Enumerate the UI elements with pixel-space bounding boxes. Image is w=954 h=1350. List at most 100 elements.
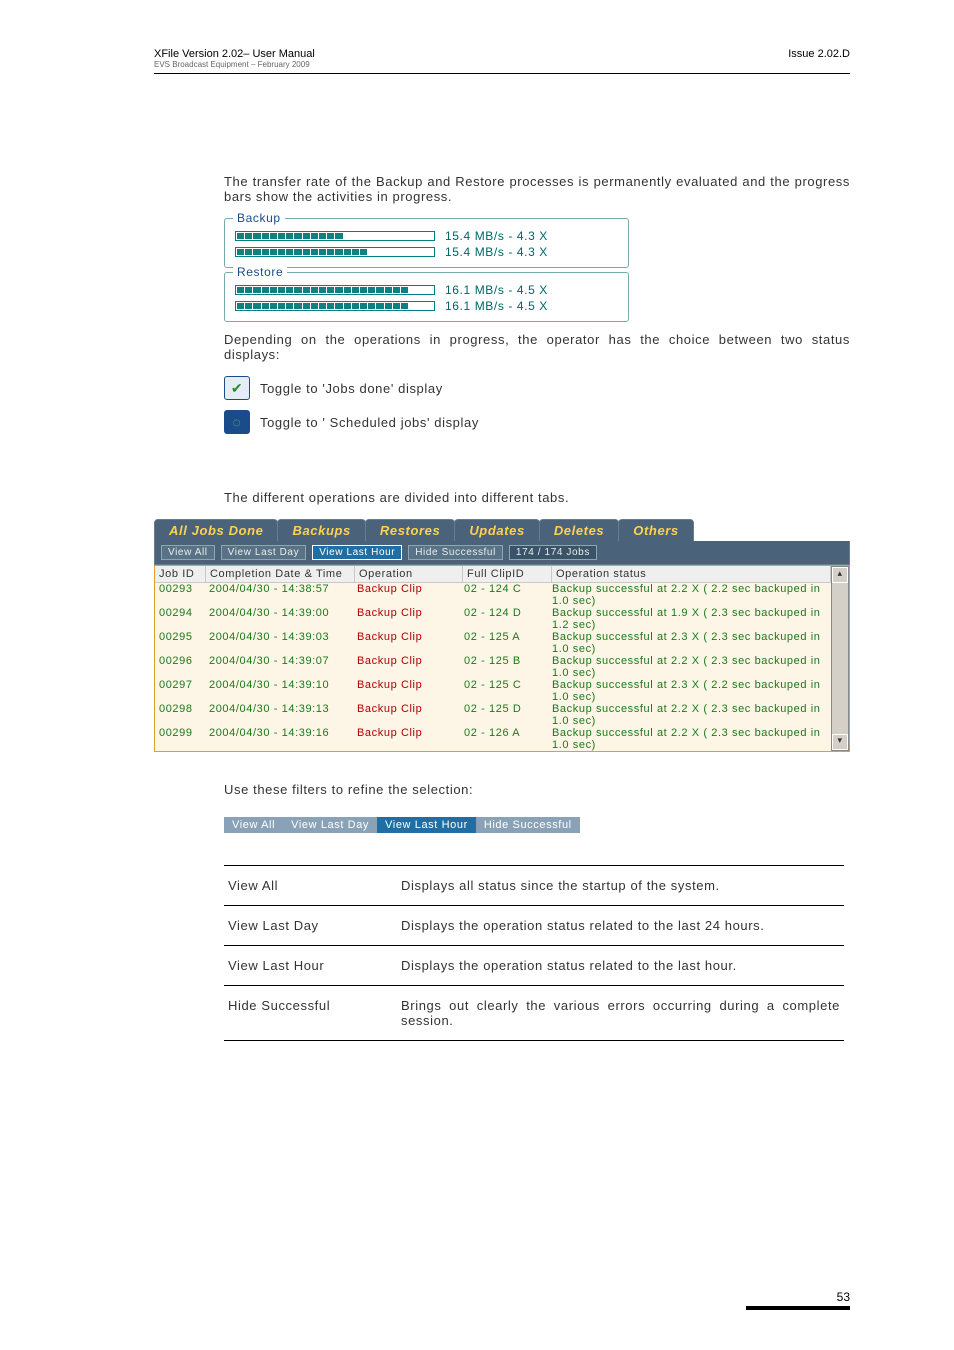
table-row[interactable]: 002932004/04/30 - 14:38:57Backup Clip02 … [155,583,831,607]
filter2-view-last-day[interactable]: View Last Day [283,817,377,833]
cell-status: Backup successful at 2.2 X ( 2.3 sec bac… [548,703,831,727]
desc-view-all-val: Displays all status since the startup of… [397,866,844,906]
restore-group: Restore 16.1 MB/s - 4.5 X [224,272,629,322]
scroll-up-icon[interactable]: ▴ [832,567,848,583]
tab-updates[interactable]: Updates [454,519,540,541]
tab-others[interactable]: Others [618,519,694,541]
cell-clipid: 02 - 125 D [460,703,548,727]
transfer-panel: Backup 15.4 MB/s - 4.3 X [224,218,629,322]
desc-hide-successful-val: Brings out clearly the various errors oc… [397,986,844,1041]
page-number: 53 [746,1290,850,1310]
header-subtitle-left: EVS Broadcast Equipment – February 2009 [154,60,315,69]
tab-all-jobs-done[interactable]: All Jobs Done [154,519,278,541]
cell-date: 2004/04/30 - 14:39:00 [205,607,353,631]
cell-operation: Backup Clip [353,703,460,727]
desc-hide-successful-key: Hide Successful [224,986,397,1041]
header-rule [154,73,850,74]
cell-clipid: 02 - 125 C [460,679,548,703]
cell-job-id: 00296 [155,655,205,679]
restore-rate-2: 16.1 MB/s - 4.5 X [445,299,548,313]
toggle-done-label: Toggle to 'Jobs done' display [260,381,443,396]
cell-date: 2004/04/30 - 14:39:16 [205,727,353,751]
desc-view-last-hour-val: Displays the operation status related to… [397,946,844,986]
col-full-clipid[interactable]: Full ClipID [463,566,552,583]
cell-date: 2004/04/30 - 14:39:10 [205,679,353,703]
scrollbar[interactable]: ▴ ▾ [831,566,849,751]
cell-operation: Backup Clip [353,679,460,703]
toggle-scheduled-label: Toggle to ' Scheduled jobs' display [260,415,479,430]
intro-paragraph: The transfer rate of the Backup and Rest… [224,174,850,204]
cell-clipid: 02 - 124 D [460,607,548,631]
cell-operation: Backup Clip [353,583,460,607]
cell-job-id: 00297 [155,679,205,703]
filter-view-last-hour[interactable]: View Last Hour [312,545,402,560]
table-row[interactable]: 002972004/04/30 - 14:39:10Backup Clip02 … [155,679,831,703]
table-row[interactable]: 002952004/04/30 - 14:39:03Backup Clip02 … [155,631,831,655]
filter-jobs-count: 174 / 174 Jobs [509,545,597,560]
tab-restores[interactable]: Restores [365,519,455,541]
col-operation[interactable]: Operation [355,566,463,583]
cell-job-id: 00299 [155,727,205,751]
depending-paragraph: Depending on the operations in progress,… [224,332,850,362]
cell-status: Backup successful at 2.2 X ( 2.2 sec bac… [548,583,831,607]
header-title-left: XFile Version 2.02– User Manual [154,48,315,60]
filter2-hide-successful[interactable]: Hide Successful [476,817,580,833]
filter-hide-successful[interactable]: Hide Successful [408,545,503,560]
cell-date: 2004/04/30 - 14:39:13 [205,703,353,727]
cell-job-id: 00295 [155,631,205,655]
cell-status: Backup successful at 2.3 X ( 2.3 sec bac… [548,631,831,655]
cell-status: Backup successful at 1.9 X ( 2.3 sec bac… [548,607,831,631]
scroll-down-icon[interactable]: ▾ [832,734,848,750]
toggle-scheduled-icon[interactable]: ◌ [224,410,250,434]
description-table: View All Displays all status since the s… [224,865,844,1041]
table-row[interactable]: 002992004/04/30 - 14:39:16Backup Clip02 … [155,727,831,751]
cell-job-id: 00298 [155,703,205,727]
filter-view-last-day[interactable]: View Last Day [221,545,307,560]
toggle-done-icon[interactable]: ✔ [224,376,250,400]
cell-operation: Backup Clip [353,607,460,631]
backup-group: Backup 15.4 MB/s - 4.3 X [224,218,629,268]
filter-view-all[interactable]: View All [161,545,215,560]
backup-bar-2 [235,247,435,257]
restore-bar-1 [235,285,435,295]
col-operation-status[interactable]: Operation status [552,566,831,583]
cell-job-id: 00294 [155,607,205,631]
table-row[interactable]: 002942004/04/30 - 14:39:00Backup Clip02 … [155,607,831,631]
refine-paragraph: Use these filters to refine the selectio… [224,782,850,797]
restore-legend: Restore [233,265,287,279]
desc-view-all-key: View All [224,866,397,906]
filter2-view-all[interactable]: View All [224,817,283,833]
tab-deletes[interactable]: Deletes [539,519,619,541]
backup-bar-1 [235,231,435,241]
cell-date: 2004/04/30 - 14:38:57 [205,583,353,607]
cell-clipid: 02 - 125 B [460,655,548,679]
cell-operation: Backup Clip [353,631,460,655]
grid-rows: Job ID Completion Date & Time Operation … [155,566,831,751]
table-row[interactable]: 002982004/04/30 - 14:39:13Backup Clip02 … [155,703,831,727]
cell-job-id: 00293 [155,583,205,607]
cell-operation: Backup Clip [353,655,460,679]
tabs-screenshot: All Jobs Done Backups Restores Updates D… [154,519,850,752]
cell-date: 2004/04/30 - 14:39:03 [205,631,353,655]
cell-clipid: 02 - 125 A [460,631,548,655]
backup-rate-2: 15.4 MB/s - 4.3 X [445,245,548,259]
cell-clipid: 02 - 126 A [460,727,548,751]
cell-status: Backup successful at 2.2 X ( 2.3 sec bac… [548,727,831,751]
desc-view-last-day-val: Displays the operation status related to… [397,906,844,946]
backup-rate-1: 15.4 MB/s - 4.3 X [445,229,548,243]
desc-view-last-day-key: View Last Day [224,906,397,946]
filter2-view-last-hour[interactable]: View Last Hour [377,817,476,833]
col-job-id[interactable]: Job ID [155,566,206,583]
col-completion-date[interactable]: Completion Date & Time [206,566,355,583]
cell-clipid: 02 - 124 C [460,583,548,607]
desc-view-last-hour-key: View Last Hour [224,946,397,986]
swirl-icon: ◌ [233,414,242,430]
tab-backups[interactable]: Backups [277,519,365,541]
cell-status: Backup successful at 2.3 X ( 2.2 sec bac… [548,679,831,703]
cell-operation: Backup Clip [353,727,460,751]
table-row[interactable]: 002962004/04/30 - 14:39:07Backup Clip02 … [155,655,831,679]
restore-rate-1: 16.1 MB/s - 4.5 X [445,283,548,297]
restore-bar-2 [235,301,435,311]
backup-legend: Backup [233,211,285,225]
header-title-right: Issue 2.02.D [788,48,850,69]
